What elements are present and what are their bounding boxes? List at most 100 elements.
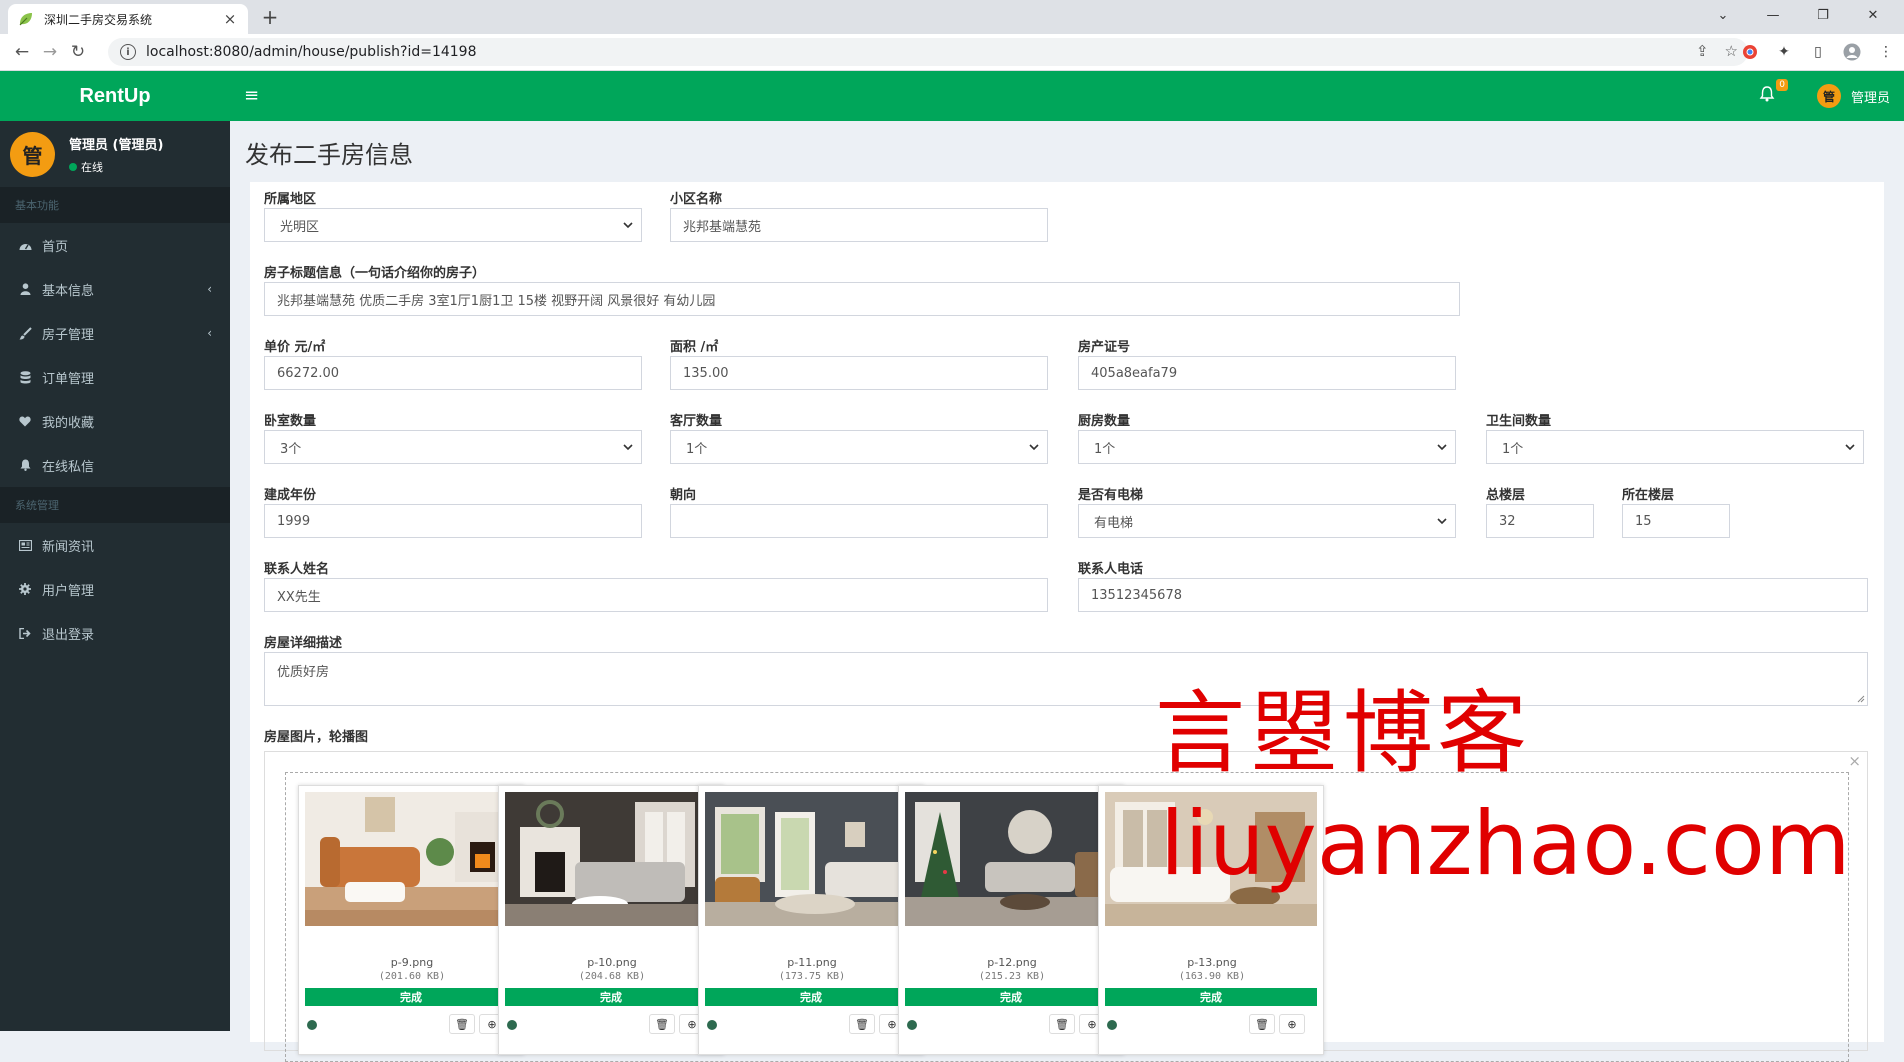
bookmark-star-icon[interactable]: ☆ — [1725, 42, 1738, 60]
bell-icon — [18, 459, 32, 471]
close-window-button[interactable]: ✕ — [1848, 0, 1898, 30]
resize-handle-icon[interactable] — [1857, 695, 1865, 703]
community-input[interactable]: 兆邦基端慧苑 — [670, 208, 1048, 242]
upload-status-bar: 完成 — [305, 988, 517, 1006]
contact-phone-input-value: 13512345678 — [1091, 587, 1182, 603]
house-title-input[interactable]: 兆邦基端慧苑 优质二手房 3室1厅1厨1卫 15楼 视野开阔 风景很好 有幼儿园 — [264, 282, 1460, 316]
delete-button[interactable]: 🗑 — [849, 1014, 875, 1034]
chrome-extension-icon[interactable] — [1740, 42, 1760, 62]
drag-handle-icon[interactable] — [1107, 1020, 1117, 1030]
bell-icon — [1759, 86, 1775, 102]
profile-icon[interactable] — [1842, 42, 1862, 62]
sidebar-item-home[interactable]: 首页 — [0, 223, 230, 267]
browser-tab[interactable]: 深圳二手房交易系统 × — [8, 4, 248, 34]
zoom-in-icon: ⊕ — [1287, 1017, 1297, 1031]
area-input[interactable]: 135.00 — [670, 356, 1048, 390]
sidebar-item-label: 订单管理 — [42, 371, 95, 387]
drag-handle-icon[interactable] — [307, 1020, 317, 1030]
unit-price-group: 单价 元/㎡ 66272.00 — [264, 336, 642, 390]
puzzle-extensions-icon[interactable]: ✦ — [1774, 42, 1794, 62]
contact-phone-input[interactable]: 13512345678 — [1078, 578, 1868, 612]
build-year-input[interactable]: 1999 — [264, 504, 642, 538]
menu-toggle-icon[interactable]: ≡ — [244, 85, 259, 106]
description-textarea[interactable]: 优质好房 — [264, 652, 1868, 706]
close-icon[interactable]: × — [1848, 752, 1861, 770]
sidebar: 管 管理员 (管理员) 在线 基本功能 首页 基本信息 ‹ 房子管理 ‹ 订单管… — [0, 121, 230, 1031]
elevator-select[interactable]: 有电梯 — [1078, 504, 1456, 538]
sidebar-item-basic-info[interactable]: 基本信息 ‹ — [0, 267, 230, 311]
file-preview-image — [905, 792, 1117, 926]
reload-icon[interactable]: ↻ — [64, 38, 92, 66]
file-name: p-10.png — [587, 956, 637, 969]
tab-search-icon[interactable]: ⌄ — [1698, 0, 1748, 30]
floor-input[interactable]: 15 — [1622, 504, 1730, 538]
build-year-input-value: 1999 — [277, 513, 311, 529]
back-icon[interactable]: ← — [8, 38, 36, 66]
new-tab-button[interactable]: + — [258, 6, 282, 28]
contact-name-input[interactable]: XX先生 — [264, 578, 1048, 612]
watermark-chinese: 言曌博客 — [1155, 681, 1531, 786]
cert-no-input[interactable]: 405a8eafa79 — [1078, 356, 1456, 390]
contact-name-label: 联系人姓名 — [264, 562, 330, 577]
chevron-left-icon: ‹ — [207, 282, 212, 296]
file-preview-image — [505, 792, 717, 926]
images-group: 房屋图片，轮播图 — [264, 726, 664, 746]
app-logo[interactable]: RentUp — [0, 71, 230, 121]
living-rooms-select[interactable]: 1个 — [670, 430, 1048, 464]
address-bar[interactable]: i localhost:8080/admin/house/publish?id=… — [108, 38, 1748, 66]
tab-title: 深圳二手房交易系统 — [44, 12, 153, 27]
user-icon — [18, 283, 32, 295]
cert-no-input-value: 405a8eafa79 — [1091, 365, 1178, 381]
sidebar-item-house-manage[interactable]: 房子管理 ‹ — [0, 311, 230, 355]
watermark-url: liuyanzhao.com — [1160, 792, 1851, 895]
side-panel-icon[interactable]: ▯ — [1808, 42, 1828, 62]
bathrooms-select[interactable]: 1个 — [1486, 430, 1864, 464]
sidebar-item-logout[interactable]: 退出登录 — [0, 611, 230, 655]
living-rooms-label: 客厅数量 — [670, 414, 723, 429]
kitchens-select-value: 1个 — [1094, 441, 1116, 457]
sidebar-item-favorites[interactable]: 我的收藏 — [0, 399, 230, 443]
unit-price-input[interactable]: 66272.00 — [264, 356, 642, 390]
tab-close-icon[interactable]: × — [222, 10, 238, 28]
sidebar-item-users[interactable]: 用户管理 — [0, 567, 230, 611]
orientation-input[interactable] — [670, 504, 1048, 538]
sidebar-item-orders[interactable]: 订单管理 — [0, 355, 230, 399]
delete-button[interactable]: 🗑 — [649, 1014, 675, 1034]
delete-button[interactable]: 🗑 — [449, 1014, 475, 1034]
site-info-icon[interactable]: i — [120, 44, 136, 60]
sidebar-item-messages[interactable]: 在线私信 — [0, 443, 230, 487]
file-preview-card: p-12.png (215.23 KB) 完成 🗑 ⊕ — [898, 785, 1124, 1055]
file-size: (163.90 KB) — [1178, 971, 1246, 982]
drag-handle-icon[interactable] — [907, 1020, 917, 1030]
notification-bell[interactable]: 0 — [1758, 79, 1788, 109]
more-menu-icon[interactable]: ⋮ — [1876, 42, 1896, 62]
region-label: 所属地区 — [264, 192, 317, 207]
unit-price-label: 单价 元/㎡ — [264, 340, 326, 355]
delete-button[interactable]: 🗑 — [1049, 1014, 1075, 1034]
sidebar-item-label: 退出登录 — [42, 627, 95, 643]
share-icon[interactable]: ⇪ — [1696, 42, 1709, 60]
chevron-down-icon — [623, 444, 633, 451]
user-menu[interactable]: 管 管理员 — [1816, 84, 1890, 108]
drag-handle-icon[interactable] — [507, 1020, 517, 1030]
upload-status-bar: 完成 — [905, 988, 1117, 1006]
region-select[interactable]: 光明区 — [264, 208, 642, 242]
trash-icon: 🗑 — [1055, 1017, 1069, 1031]
total-floors-input[interactable]: 32 — [1486, 504, 1594, 538]
bedrooms-select[interactable]: 3个 — [264, 430, 642, 464]
cert-no-label: 房产证号 — [1078, 340, 1131, 355]
restore-button[interactable]: ❐ — [1798, 0, 1848, 30]
sidebar-item-news[interactable]: 新闻资讯 — [0, 523, 230, 567]
region-select-value: 光明区 — [280, 219, 320, 235]
window-controls: ⌄ — ❐ ✕ — [1698, 0, 1898, 30]
forward-icon[interactable]: → — [36, 38, 64, 66]
zoom-button[interactable]: ⊕ — [1279, 1014, 1305, 1034]
house-title-label: 房子标题信息（一句话介绍你的房子） — [264, 266, 486, 281]
sidebar-item-label: 在线私信 — [42, 459, 95, 475]
drag-handle-icon[interactable] — [707, 1020, 717, 1030]
file-preview-image — [705, 792, 917, 926]
top-navbar: ≡ 0 管 管理员 — [230, 71, 1904, 121]
delete-button[interactable]: 🗑 — [1249, 1014, 1275, 1034]
minimize-button[interactable]: — — [1748, 0, 1798, 30]
kitchens-select[interactable]: 1个 — [1078, 430, 1456, 464]
